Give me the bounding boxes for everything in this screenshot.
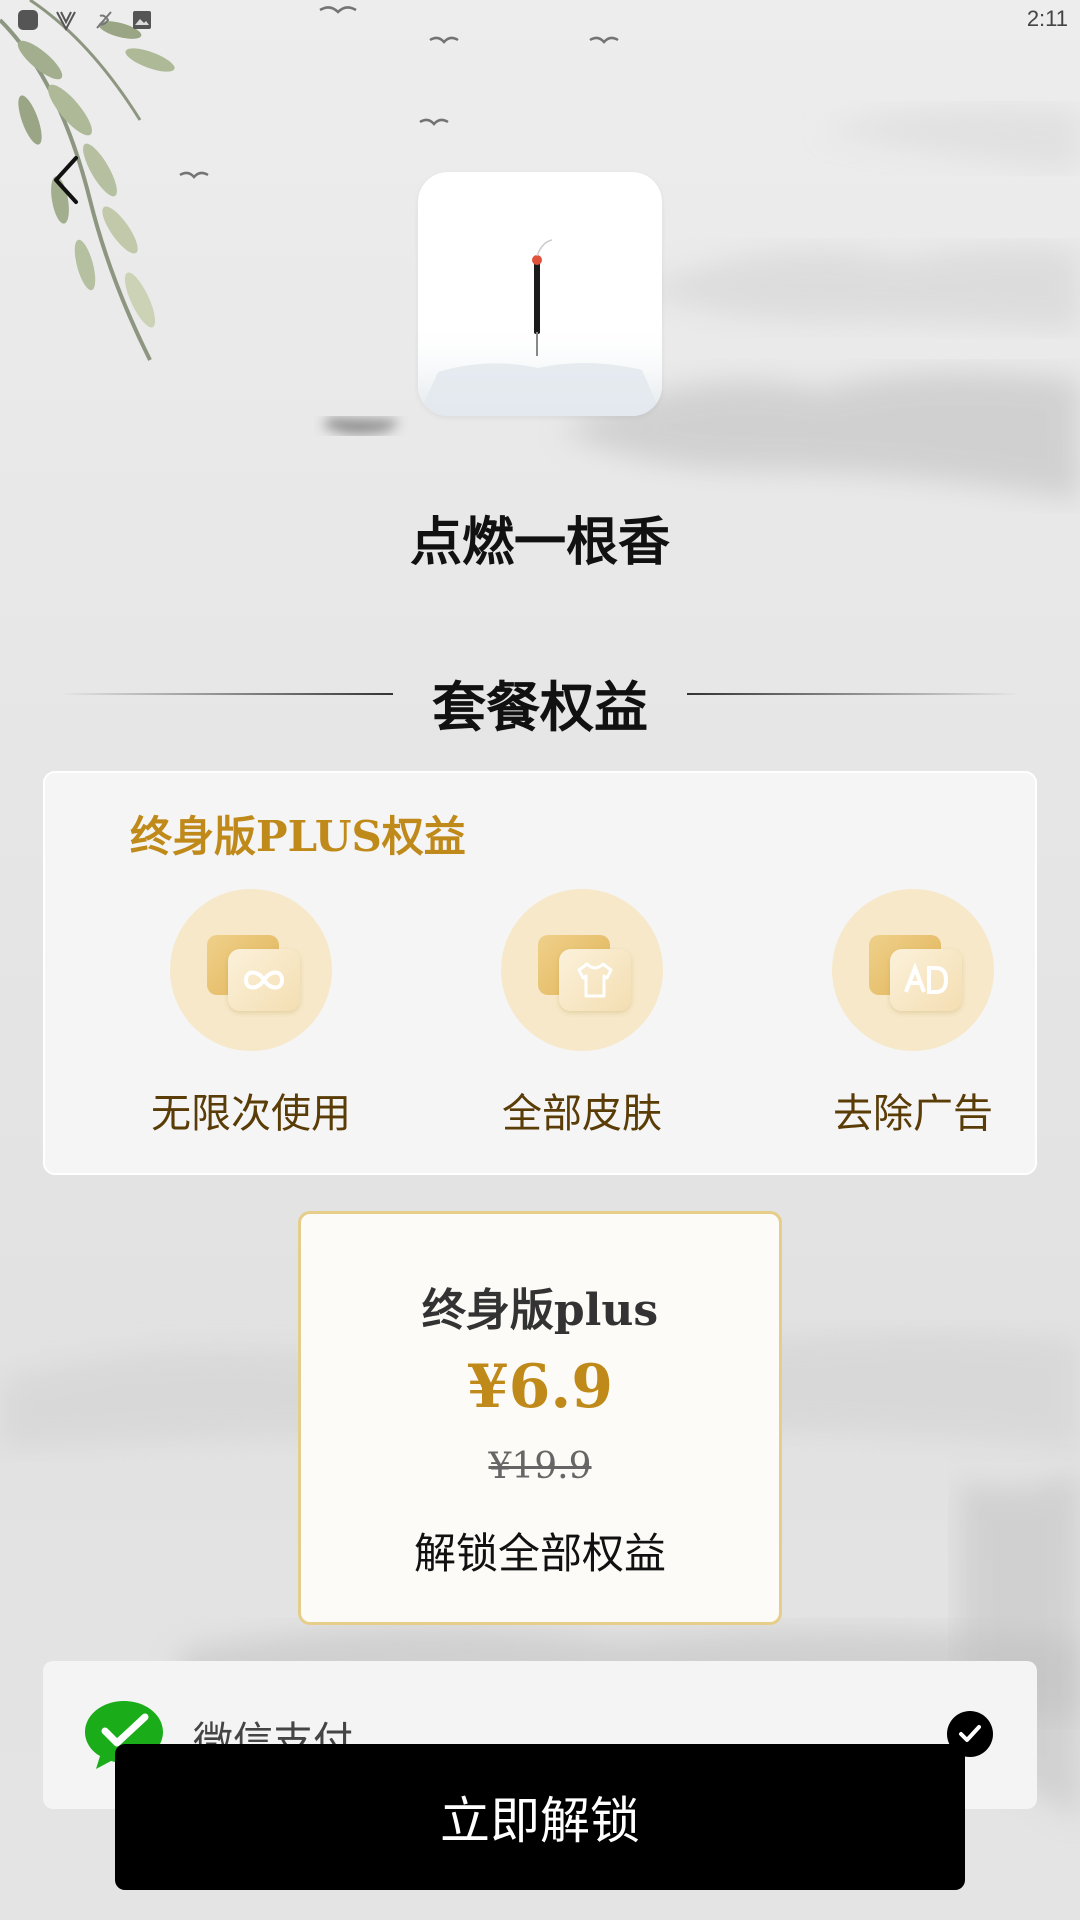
- benefit-all-skins: 全部皮肤: [482, 889, 682, 1139]
- status-bar: 2:11: [0, 0, 1080, 40]
- benefits-card: 终身版PLUS权益 无限次使用 全部皮肤 去除广告: [43, 771, 1037, 1175]
- benefit-unlimited-use: 无限次使用: [151, 889, 351, 1139]
- benefit-label: 去除广告: [833, 1091, 993, 1137]
- app-notification-icon: [18, 10, 38, 30]
- image-icon: [133, 11, 151, 29]
- plan-original-price: ¥19.9: [488, 1446, 592, 1487]
- benefit-icon-circle: [501, 889, 663, 1051]
- app-icon: [418, 172, 662, 416]
- section-header: 套餐权益: [0, 655, 1080, 739]
- benefit-label: 全部皮肤: [502, 1091, 662, 1137]
- ad-icon: [904, 962, 949, 994]
- plan-card-lifetime-plus[interactable]: 终身版plus ¥6.9 ¥19.9 解锁全部权益: [298, 1211, 782, 1625]
- benefit-icon-circle: [832, 889, 994, 1051]
- plan-name: 终身版plus: [421, 1285, 659, 1336]
- back-button[interactable]: [44, 152, 92, 208]
- crossed-bird-icon: [96, 11, 112, 29]
- benefit-remove-ads: 去除广告: [813, 889, 1013, 1139]
- v-app-icon: [56, 11, 76, 32]
- unlock-now-button[interactable]: 立即解锁: [115, 1744, 965, 1890]
- benefit-icon-circle: [170, 889, 332, 1051]
- plan-price: ¥6.9: [466, 1352, 614, 1422]
- status-icons: [16, 8, 154, 32]
- benefit-label: 无限次使用: [151, 1091, 351, 1137]
- chevron-left-icon: [54, 156, 78, 204]
- status-time: 2:11: [1026, 6, 1068, 31]
- plan-description: 解锁全部权益: [413, 1529, 666, 1578]
- benefits-title: 终身版PLUS权益: [130, 812, 466, 861]
- shirt-icon: [577, 962, 613, 998]
- app-name: 点燃一根香: [409, 513, 670, 573]
- incense-stick-icon: [418, 239, 662, 416]
- divider-right: [687, 693, 1020, 695]
- section-title: 套餐权益: [432, 676, 648, 739]
- infinity-icon: [243, 970, 285, 990]
